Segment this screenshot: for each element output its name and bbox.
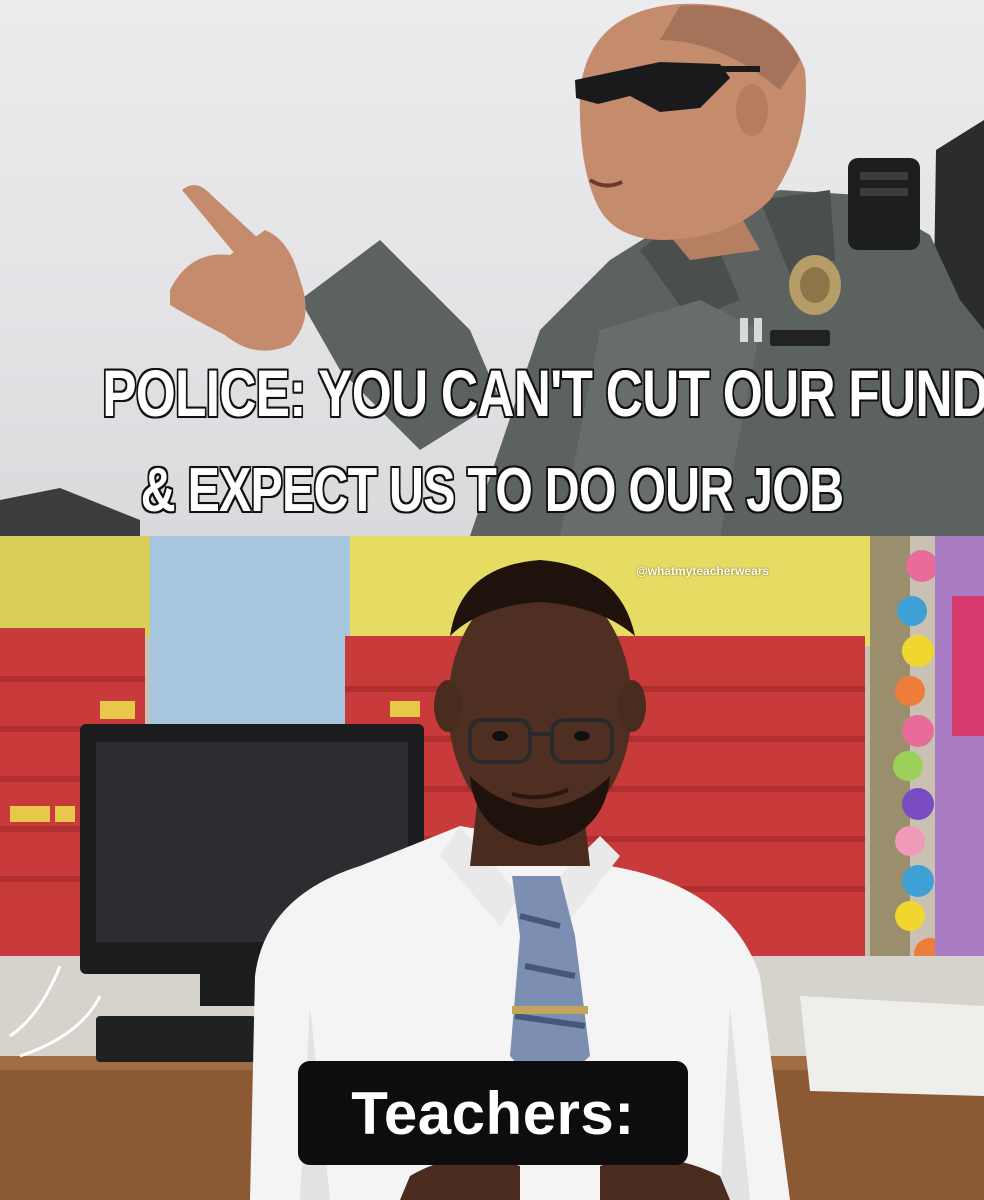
top-caption-line-2: & EXPECT US TO DO OUR JOB: [140, 456, 844, 525]
top-panel: POLICE: YOU CAN'T CUT OUR FUNDING & EXPE…: [0, 0, 984, 536]
meme-image: POLICE: YOU CAN'T CUT OUR FUNDING & EXPE…: [0, 0, 984, 1200]
bottom-panel: @whatmyteacherwears Teachers:: [0, 536, 984, 1200]
top-caption-line-1: POLICE: YOU CAN'T CUT OUR FUNDING: [102, 356, 984, 430]
watermark-handle: @whatmyteacherwears: [636, 564, 770, 578]
teachers-caption: Teachers:: [351, 1079, 635, 1147]
teachers-caption-box: Teachers:: [298, 1061, 688, 1165]
